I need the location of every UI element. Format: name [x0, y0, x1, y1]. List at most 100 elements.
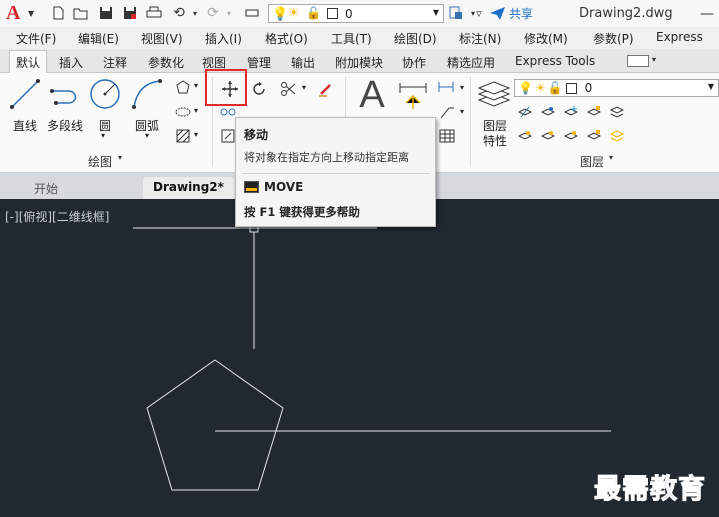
erase-tool-icon[interactable] — [316, 79, 336, 99]
menu-view[interactable]: 视图(V) — [141, 30, 183, 47]
new-file-icon[interactable] — [49, 4, 67, 22]
customize-toolbar-icon[interactable]: ▿ — [470, 4, 488, 22]
tab-parametric[interactable]: 参数化 — [148, 54, 184, 71]
trim-tool-icon[interactable] — [278, 79, 298, 99]
layer-panel-title[interactable]: 图层 — [580, 153, 604, 170]
chevron-down-icon[interactable]: ▾ — [118, 153, 122, 162]
current-layer-name: 0 — [345, 6, 353, 21]
open-folder-icon[interactable] — [72, 4, 90, 22]
file-tab-drawing2[interactable]: Drawing2* — [143, 177, 234, 199]
color-swatch — [565, 82, 577, 94]
move-tooltip: 移动 将对象在指定方向上移动指定距离 MOVE 按 F1 键获得更多帮助 — [235, 117, 436, 227]
text-tool-icon[interactable]: A — [355, 74, 389, 116]
copy-tool-icon[interactable] — [220, 106, 236, 118]
menu-edit[interactable]: 编辑(E) — [78, 30, 119, 47]
tab-collaborate[interactable]: 协作 — [402, 54, 426, 71]
tooltip-title: 移动 — [244, 128, 269, 142]
plot-icon[interactable] — [243, 4, 261, 22]
chevron-down-icon[interactable]: ▾ — [302, 83, 306, 92]
chevron-down-icon[interactable]: ▾ — [220, 4, 238, 22]
tab-featured-apps[interactable]: 精选应用 — [447, 54, 495, 71]
layer-freeze-icon[interactable] — [563, 104, 579, 120]
pentagon-shape[interactable] — [146, 359, 284, 491]
arc-tool-icon[interactable] — [130, 77, 164, 111]
chevron-down-icon[interactable]: ▾ — [145, 131, 149, 140]
print-icon[interactable] — [145, 4, 163, 22]
menu-insert[interactable]: 插入(I) — [205, 30, 242, 47]
leader-tool-icon[interactable] — [438, 103, 456, 121]
tab-manage[interactable]: 管理 — [247, 54, 271, 71]
line-tool-label[interactable]: 直线 — [13, 117, 37, 134]
tab-addins[interactable]: 附加模块 — [335, 54, 383, 71]
watermark-logo: 最需教育 — [594, 474, 706, 506]
chevron-down-icon[interactable]: ▾ — [101, 131, 105, 140]
save-icon[interactable] — [97, 4, 115, 22]
dimension-tool-icon[interactable] — [396, 77, 430, 111]
rotate-tool-icon[interactable] — [249, 79, 269, 99]
move-tool-highlight — [205, 69, 247, 106]
layer-match-icon[interactable] — [609, 104, 625, 120]
sun-icon: ☀ — [534, 81, 546, 95]
chevron-down-icon[interactable]: ▾ — [652, 55, 656, 64]
chevron-down-icon[interactable]: ▾ — [609, 153, 613, 162]
chevron-down-icon[interactable]: ▾ — [194, 106, 198, 115]
quick-layer-dropdown[interactable]: 💡 ☀ 🔓 0 ▼ — [268, 4, 444, 23]
polyline-tool-label[interactable]: 多段线 — [47, 117, 83, 134]
layer-properties-icon[interactable] — [476, 77, 512, 113]
layer-unlock-icon[interactable] — [586, 128, 602, 144]
lightbulb-icon: 💡 — [272, 7, 289, 22]
menu-format[interactable]: 格式(O) — [265, 30, 308, 47]
minimize-icon[interactable]: — — [698, 5, 716, 23]
line-tool-icon[interactable] — [8, 77, 42, 111]
circle-tool-icon[interactable] — [88, 77, 122, 111]
ellipse-tool-icon[interactable] — [175, 104, 191, 120]
layer-walk-icon[interactable] — [609, 128, 625, 144]
ribbon-toggle-icon[interactable] — [627, 55, 649, 67]
layer-on-icon[interactable] — [517, 128, 533, 144]
file-tab-start[interactable]: 开始 — [24, 177, 68, 199]
tab-express-tools[interactable]: Express Tools — [515, 54, 595, 68]
table-tool-icon[interactable] — [438, 128, 456, 144]
share-button[interactable]: 共享 — [490, 5, 533, 22]
polygon-tool-icon[interactable] — [175, 79, 191, 95]
menu-draw[interactable]: 绘图(D) — [394, 30, 437, 47]
menu-parametric[interactable]: 参数(P) — [593, 30, 634, 47]
layer-properties-label-2[interactable]: 特性 — [483, 132, 507, 149]
draw-panel-title[interactable]: 绘图 — [88, 153, 112, 170]
menu-modify[interactable]: 修改(M) — [524, 30, 568, 47]
layer-lock-icon[interactable] — [586, 104, 602, 120]
hatch-tool-icon[interactable] — [175, 128, 191, 144]
layer-dropdown-value: 0 — [584, 81, 593, 95]
lightbulb-icon: 💡 — [518, 81, 533, 95]
layer-dropdown[interactable]: 💡 ☀ 🔓 0 ▼ — [514, 79, 719, 97]
tab-insert[interactable]: 插入 — [59, 54, 83, 71]
linear-dimension-icon[interactable] — [436, 79, 456, 95]
tab-annotate[interactable]: 注释 — [103, 54, 127, 71]
chevron-down-icon[interactable]: ▾ — [186, 4, 204, 22]
tooltip-description: 将对象在指定方向上移动指定距离 — [244, 151, 409, 164]
viewport-controls-label[interactable]: [-][俯视][二维线框] — [5, 208, 109, 225]
stretch-tool-icon[interactable] — [220, 128, 236, 144]
menu-express[interactable]: Express — [656, 30, 703, 44]
layer-unisolate-icon[interactable] — [540, 128, 556, 144]
menu-dimension[interactable]: 标注(N) — [459, 30, 501, 47]
ribbon-tab-bar: 默认 插入 注释 参数化 视图 管理 输出 附加模块 协作 精选应用 Expre… — [0, 49, 719, 74]
layer-isolate-icon[interactable] — [540, 104, 556, 120]
save-as-icon[interactable] — [121, 4, 139, 22]
polyline-tool-icon[interactable] — [48, 77, 82, 111]
layer-off-icon[interactable] — [517, 104, 533, 120]
tab-default[interactable]: 默认 — [9, 50, 48, 74]
chevron-down-icon[interactable]: ▾ — [194, 81, 198, 90]
document-title: Drawing2.dwg — [579, 6, 673, 21]
layer-thaw-icon[interactable] — [563, 128, 579, 144]
application-logo[interactable]: A — [6, 2, 20, 24]
chevron-down-icon[interactable]: ▾ — [194, 130, 198, 139]
unlock-icon: 🔓 — [547, 81, 563, 95]
menu-tools[interactable]: 工具(T) — [331, 30, 372, 47]
menu-file[interactable]: 文件(F) — [16, 30, 56, 47]
chevron-down-icon[interactable]: ▾ — [460, 107, 464, 116]
tab-output[interactable]: 输出 — [291, 54, 315, 71]
layer-properties-icon[interactable] — [447, 4, 465, 22]
chevron-down-icon[interactable]: ▾ — [460, 83, 464, 92]
chevron-down-icon[interactable]: ▼ — [28, 9, 34, 18]
